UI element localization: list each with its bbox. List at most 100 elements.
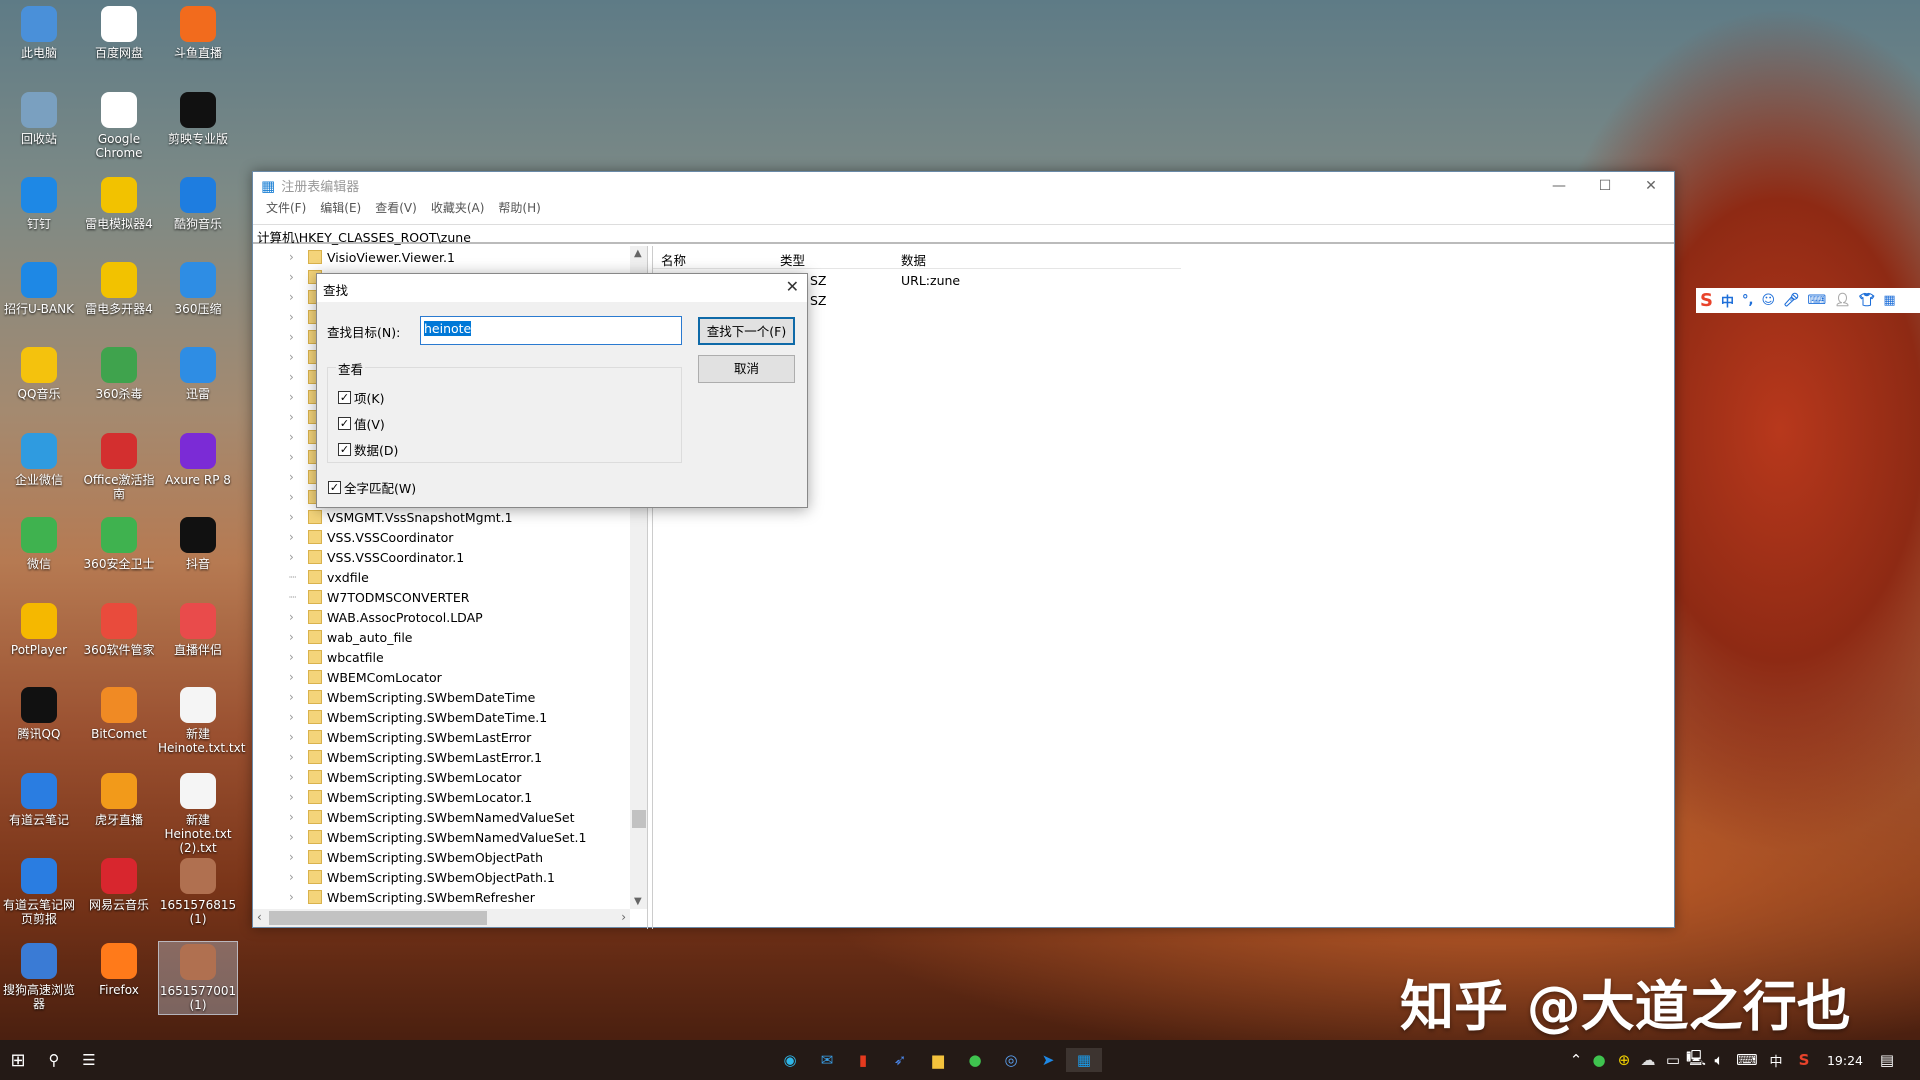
data-checkbox[interactable]: ✓ 数据(D) [338,440,398,459]
desktop-icon[interactable]: 招行U-BANK [0,260,79,318]
chevron-right-icon[interactable]: › [289,850,294,864]
tree-item[interactable]: ┈ vxdfile [253,567,633,587]
desktop-icon[interactable]: BitComet [79,685,159,743]
chevron-right-icon[interactable]: › [289,550,294,564]
desktop-icon[interactable]: 360杀毒 [79,345,159,403]
desktop-icon[interactable]: Google Chrome [79,90,159,162]
sogou-browser-icon[interactable]: ◎ [999,1048,1023,1072]
tree-item[interactable]: › WbemScripting.SWbemObjectPath.1 [253,867,633,887]
desktop-icon[interactable]: 企业微信 [0,431,79,489]
tree-item[interactable]: › VSS.VSSCoordinator.1 [253,547,633,567]
menu-item[interactable]: 收藏夹(A) [424,199,492,217]
desktop-icon[interactable]: 钉钉 [0,175,79,233]
chevron-right-icon[interactable]: › [289,630,294,644]
chevron-right-icon[interactable]: › [289,810,294,824]
desktop-icon[interactable]: 虎牙直播 [79,771,159,829]
sogou-tray-icon[interactable]: S [1792,1048,1816,1072]
tree-item[interactable]: › wbcatfile [253,647,633,667]
desktop-icon[interactable]: QQ音乐 [0,345,79,403]
column-type[interactable]: 类型 [780,250,805,269]
chevron-right-icon[interactable]: › [289,870,294,884]
cancel-button[interactable]: 取消 [698,355,795,383]
chevron-right-icon[interactable]: › [289,490,294,504]
tree-item[interactable]: › WbemScripting.SWbemLocator.1 [253,787,633,807]
desktop-icon[interactable]: 1651577001 (1) [158,941,238,1015]
chevron-right-icon[interactable]: › [289,750,294,764]
menu-item[interactable]: 编辑(E) [313,199,368,217]
tree-item[interactable]: › WBEMComLocator [253,667,633,687]
emoji-icon[interactable]: ☺ [1761,293,1775,308]
touch-keyboard-icon[interactable]: ⌨ [1735,1048,1759,1072]
chevron-right-icon[interactable]: › [289,890,294,904]
clock[interactable]: 19:24 [1822,1048,1868,1072]
chevron-right-icon[interactable]: › [289,690,294,704]
360-tray-icon[interactable]: ⊕ [1612,1048,1636,1072]
office-icon[interactable]: ▮ [851,1048,875,1072]
desktop-icon[interactable]: 微信 [0,515,79,573]
tree-horizontal-scrollbar[interactable]: › ‹ [253,909,630,927]
chevron-right-icon[interactable]: › [289,270,294,284]
desktop-icon[interactable]: 酷狗音乐 [158,175,238,233]
scroll-down-icon[interactable]: ▼ [634,896,642,907]
chevron-right-icon[interactable]: › [289,790,294,804]
chevron-right-icon[interactable]: › [289,650,294,664]
notification-icon[interactable]: ▤ [1875,1048,1899,1072]
chevron-right-icon[interactable]: › [289,510,294,524]
menu-item[interactable]: 帮助(H) [491,199,547,217]
menu-item[interactable]: 查看(V) [368,199,424,217]
desktop-icon[interactable]: 百度网盘 [79,4,159,62]
onedrive-icon[interactable]: ☁ [1636,1048,1660,1072]
network-icon[interactable]: 🖳︎ [1684,1048,1708,1072]
column-data[interactable]: 数据 [901,250,926,269]
column-name[interactable]: 名称 [661,250,686,269]
punctuation-icon[interactable]: °, [1742,293,1753,308]
whole-word-checkbox[interactable]: ✓ 全字匹配(W) [328,478,416,497]
wechat-tray-icon[interactable]: ● [1587,1048,1611,1072]
desktop-icon[interactable]: 斗鱼直播 [158,4,238,62]
chevron-right-icon[interactable]: › [289,730,294,744]
desktop-icon[interactable]: 360软件管家 [79,601,159,659]
desktop-icon[interactable]: 直播伴侣 [158,601,238,659]
edge-icon[interactable]: ◉ [778,1048,802,1072]
minimize-button[interactable]: — [1536,172,1582,199]
volume-icon[interactable]: 🔈︎ [1707,1048,1731,1072]
tree-item[interactable]: › WbemScripting.SWbemLocator [253,767,633,787]
chevron-right-icon[interactable]: › [289,390,294,404]
find-target-input[interactable]: heinote [420,316,682,345]
desktop-icon[interactable]: 有道云笔记 [0,771,79,829]
chevron-right-icon[interactable]: › [289,450,294,464]
desktop-icon[interactable]: 腾讯QQ [0,685,79,743]
tree-item[interactable]: › VSS.VSSCoordinator [253,527,633,547]
search-icon[interactable]: ⚲ [42,1048,66,1072]
scroll-thumb[interactable] [632,810,646,828]
windows-start-icon[interactable]: ⊞ [6,1048,30,1072]
find-next-button[interactable]: 查找下一个(F) [698,317,795,345]
desktop-icon[interactable]: 新建Heinote.txt (2).txt [158,771,238,857]
desktop-icon[interactable]: Firefox [79,941,159,999]
tree-item[interactable]: › WAB.AssocProtocol.LDAP [253,607,633,627]
menu-item[interactable]: 文件(F) [259,199,313,217]
chevron-right-icon[interactable]: › [289,770,294,784]
desktop-icon[interactable]: 搜狗高速浏览器 [0,941,79,1013]
desktop-icon[interactable]: Office激活指南 [79,431,159,503]
tree-item[interactable]: › VSMGMT.VssSnapshotMgmt.1 [253,507,633,527]
mail-icon[interactable]: ✉ [815,1048,839,1072]
desktop-icon[interactable]: 雷电多开器4 [79,260,159,318]
tree-item[interactable]: › WbemScripting.SWbemDateTime [253,687,633,707]
tree-item[interactable]: › WbemScripting.SWbemLastError [253,727,633,747]
chevron-right-icon[interactable]: › [289,410,294,424]
desktop-icon[interactable]: 雷电模拟器4 [79,175,159,233]
keys-checkbox[interactable]: ✓ 项(K) [338,388,384,407]
user-icon[interactable]: 👤︎ [1834,293,1851,308]
scroll-right-icon[interactable]: › [621,910,626,924]
chevron-right-icon[interactable]: › [289,430,294,444]
scroll-left-icon[interactable]: ‹ [257,910,262,924]
chevron-right-icon[interactable]: › [289,610,294,624]
chevron-right-icon[interactable]: › [289,290,294,304]
chevron-right-icon[interactable]: › [289,710,294,724]
chevron-right-icon[interactable]: › [289,310,294,324]
desktop-icon[interactable]: 1651576815 (1) [158,856,238,928]
tree-item[interactable]: › wab_auto_file [253,627,633,647]
sogou-ime-toolbar[interactable]: S 中 °, ☺ 🎤︎ ⌨ 👤︎ 👕︎ ▦ [1696,288,1920,313]
desktop-icon[interactable]: 360压缩 [158,260,238,318]
